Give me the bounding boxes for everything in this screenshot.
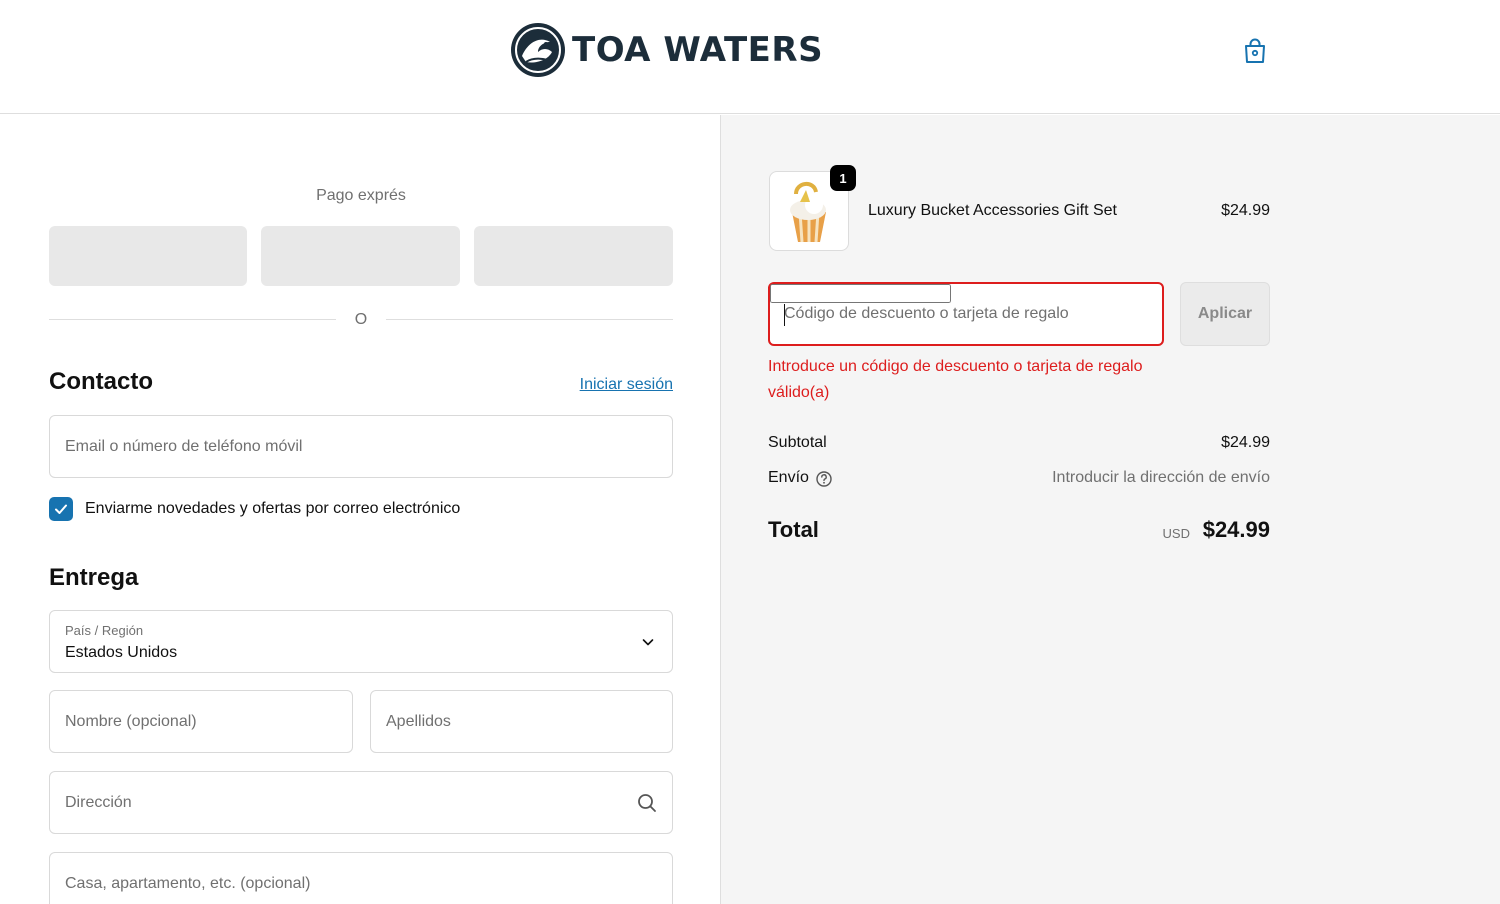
help-circle-icon[interactable] xyxy=(815,470,833,488)
country-value: Estados Unidos xyxy=(65,644,178,661)
text-caret xyxy=(784,304,785,326)
express-pay-button-1[interactable] xyxy=(49,226,247,286)
cart-button[interactable] xyxy=(1238,33,1272,69)
newsletter-label: Enviarme novedades y ofertas por correo … xyxy=(85,500,461,517)
newsletter-checkbox[interactable] xyxy=(49,497,73,521)
shopping-bag-icon xyxy=(1245,38,1265,63)
total-currency: USD xyxy=(1162,526,1190,541)
discount-error-message: Introduce un código de descuento o tarje… xyxy=(768,358,1143,401)
express-pay-button-3[interactable] xyxy=(474,226,673,286)
discount-placeholder: Código de descuento o tarjeta de regalo xyxy=(784,305,1069,322)
express-checkout-label: Pago exprés xyxy=(316,187,406,204)
express-pay-button-2[interactable] xyxy=(261,226,460,286)
wave-logo-icon xyxy=(511,23,565,77)
last-name-input[interactable] xyxy=(371,691,672,752)
subtotal-label: Subtotal xyxy=(768,434,827,451)
chevron-down-icon xyxy=(642,639,654,646)
quantity-badge: 1 xyxy=(830,165,856,191)
brand-logo[interactable]: TOA WATERS xyxy=(508,20,823,80)
checkmark-icon xyxy=(55,504,67,514)
shipping-value: Introducir la dirección de envío xyxy=(1052,469,1270,486)
brand-name: TOA WATERS xyxy=(572,30,824,70)
total-label: Total xyxy=(768,517,819,542)
search-icon xyxy=(638,794,656,812)
discount-code-field[interactable]: Código de descuento o tarjeta de regalo xyxy=(768,282,1164,346)
country-label: País / Región xyxy=(65,623,144,638)
last-name-field[interactable]: Apellidos xyxy=(370,690,673,753)
address-field[interactable]: Dirección xyxy=(49,771,673,834)
address-input[interactable] xyxy=(50,772,672,833)
login-link[interactable]: Iniciar sesión xyxy=(560,376,673,394)
total-value: $24.99 xyxy=(1202,517,1270,542)
divider-right xyxy=(386,319,673,320)
divider-left xyxy=(49,319,336,320)
email-field[interactable]: Email o número de teléfono móvil xyxy=(49,415,673,478)
country-select[interactable]: País / Región Estados Unidos xyxy=(49,610,673,673)
contact-title: Contacto xyxy=(49,368,153,395)
apartment-input[interactable] xyxy=(50,853,672,904)
divider-or-text: O xyxy=(354,311,368,328)
site-header: TOA WATERS xyxy=(0,0,1500,114)
product-name: Luxury Bucket Accessories Gift Set xyxy=(868,202,1117,219)
first-name-input[interactable] xyxy=(50,691,352,752)
shipping-label: Envío xyxy=(768,469,809,486)
apply-discount-button[interactable]: Aplicar xyxy=(1180,282,1270,346)
discount-code-input[interactable] xyxy=(770,284,951,303)
delivery-title: Entrega xyxy=(49,564,139,591)
subtotal-value: $24.99 xyxy=(1221,434,1270,451)
apartment-field[interactable]: Casa, apartamento, etc. (opcional) xyxy=(49,852,673,904)
email-input[interactable] xyxy=(50,416,672,477)
product-price: $24.99 xyxy=(1221,202,1270,219)
first-name-field[interactable]: Nombre (opcional) xyxy=(49,690,353,753)
